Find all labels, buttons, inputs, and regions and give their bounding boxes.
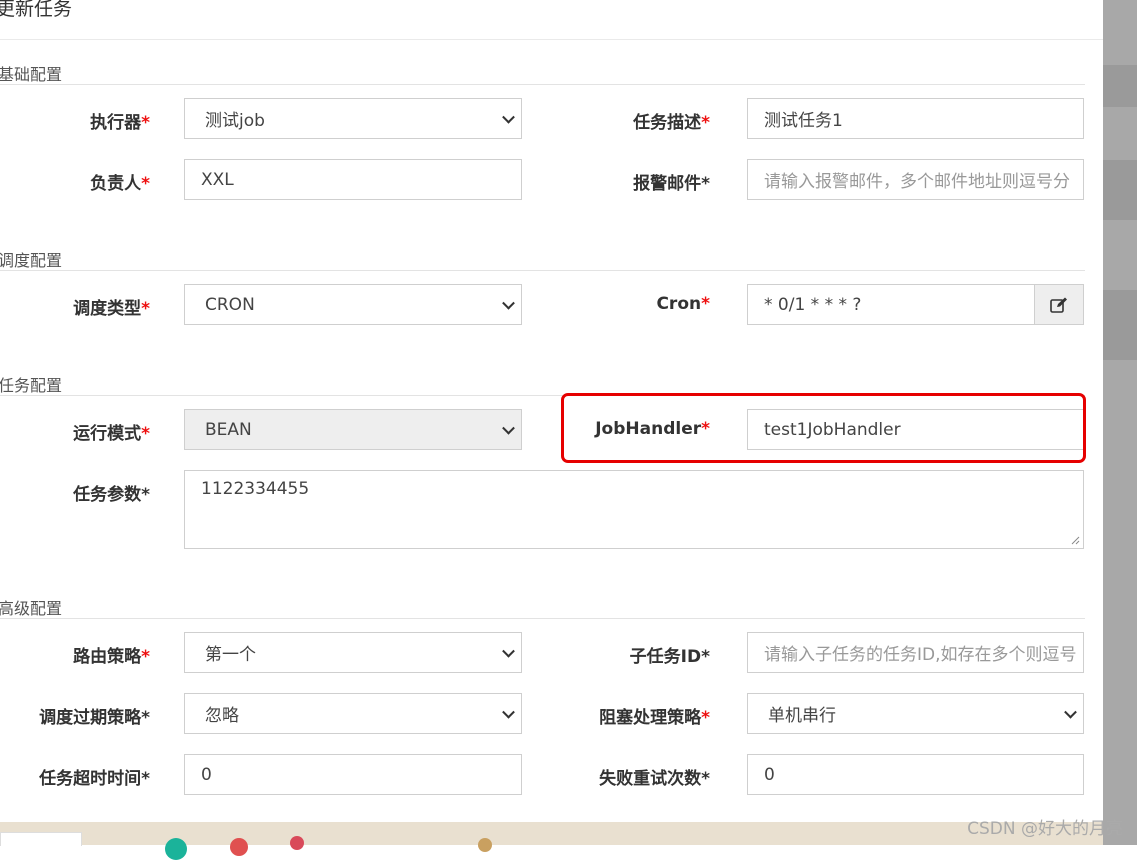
misfire-strategy-value: 忽略: [205, 706, 239, 726]
edit-icon: [1050, 297, 1067, 313]
author-input[interactable]: XXL: [184, 159, 522, 200]
alarm-email-placeholder: 请输入报警邮件，多个邮件地址则逗号分: [764, 172, 1070, 192]
section-advanced: 高级配置: [0, 599, 63, 618]
taskbar-strip: [0, 822, 1103, 860]
job-desc-label: 任务描述*: [633, 113, 710, 133]
cron-value: * 0/1 * * * ?: [764, 294, 862, 315]
cron-label: Cron*: [656, 294, 710, 314]
job-param-textarea[interactable]: 1122334455: [184, 470, 1084, 549]
executor-label: 执行器*: [90, 113, 150, 133]
taskbar-app-icon[interactable]: [478, 838, 492, 852]
glue-type-select[interactable]: BEAN: [184, 409, 522, 450]
glue-type-label: 运行模式*: [73, 424, 150, 444]
update-task-modal: 更新任务 基础配置 执行器* 测试job 任务描述* 测试任务1 负责人* XX…: [0, 0, 1103, 822]
cron-input[interactable]: * 0/1 * * * ?: [747, 284, 1035, 325]
job-param-value: 1122334455: [201, 479, 310, 499]
timeout-label: 任务超时时间*: [39, 769, 150, 789]
resize-handle-icon[interactable]: [1070, 535, 1080, 545]
misfire-strategy-select[interactable]: 忽略: [184, 693, 522, 734]
schedule-type-value: CRON: [205, 294, 255, 315]
section-basic-divider: [0, 84, 1085, 85]
fail-retry-value: 0: [764, 764, 775, 785]
chevron-down-icon: [502, 110, 515, 124]
header-divider: [0, 39, 1103, 40]
glue-type-value: BEAN: [205, 419, 252, 440]
chevron-down-icon: [502, 421, 515, 435]
executor-select[interactable]: 测试job: [184, 98, 522, 139]
block-strategy-select[interactable]: 单机串行: [747, 693, 1084, 734]
alarm-email-label: 报警邮件*: [633, 174, 710, 194]
taskbar-tab[interactable]: [0, 832, 82, 846]
section-task: 任务配置: [0, 376, 63, 395]
job-desc-value: 测试任务1: [764, 111, 843, 131]
taskbar-app-icon[interactable]: [290, 836, 304, 850]
route-strategy-label: 路由策略*: [73, 647, 150, 667]
route-strategy-select[interactable]: 第一个: [184, 632, 522, 673]
child-job-id-label: 子任务ID*: [629, 647, 710, 667]
cron-edit-button[interactable]: [1034, 284, 1084, 325]
taskbar-app-icon[interactable]: [165, 838, 187, 860]
schedule-type-label: 调度类型*: [73, 299, 150, 319]
fail-retry-input[interactable]: 0: [747, 754, 1084, 795]
route-strategy-value: 第一个: [205, 645, 256, 665]
watermark: CSDN @好大的月亮: [967, 819, 1123, 839]
modal-title: 更新任务: [0, 0, 73, 20]
timeout-input[interactable]: 0: [184, 754, 522, 795]
misfire-strategy-label: 调度过期策略*: [39, 708, 150, 728]
job-param-label: 任务参数*: [73, 485, 150, 505]
chevron-down-icon: [1064, 705, 1077, 719]
timeout-value: 0: [201, 764, 212, 785]
block-strategy-value: 单机串行: [768, 706, 836, 726]
author-label: 负责人*: [90, 174, 150, 194]
alarm-email-input[interactable]: 请输入报警邮件，多个邮件地址则逗号分: [747, 159, 1084, 200]
section-advanced-divider: [0, 618, 1085, 619]
taskbar-app-icon[interactable]: [230, 838, 248, 856]
chevron-down-icon: [502, 296, 515, 310]
section-schedule: 调度配置: [0, 251, 63, 270]
block-strategy-label: 阻塞处理策略*: [599, 708, 710, 728]
schedule-type-select[interactable]: CRON: [184, 284, 522, 325]
fail-retry-label: 失败重试次数*: [599, 769, 710, 789]
backdrop-strip: [1103, 0, 1137, 845]
chevron-down-icon: [502, 705, 515, 719]
section-schedule-divider: [0, 270, 1085, 271]
chevron-down-icon: [502, 644, 515, 658]
child-job-id-placeholder: 请输入子任务的任务ID,如存在多个则逗号: [764, 645, 1077, 665]
executor-value: 测试job: [205, 111, 265, 131]
author-value: XXL: [201, 169, 234, 190]
job-desc-input[interactable]: 测试任务1: [747, 98, 1084, 139]
section-basic: 基础配置: [0, 65, 63, 84]
child-job-id-input[interactable]: 请输入子任务的任务ID,如存在多个则逗号: [747, 632, 1084, 673]
highlight-box: [561, 393, 1086, 463]
